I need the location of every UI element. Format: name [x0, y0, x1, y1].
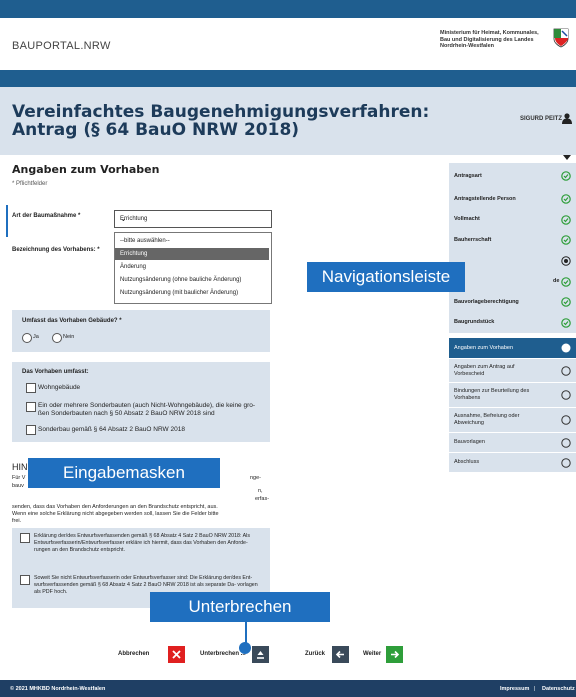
required-note: * Pflichtfelder: [12, 181, 48, 187]
check-circle-icon: [561, 194, 571, 204]
section-title: Angaben zum Vorhaben: [12, 163, 160, 176]
hinweis-text: Für V: [12, 475, 26, 481]
checkbox-label: Wohngebäude: [38, 384, 81, 391]
nav-item-bindungen[interactable]: Bindungen zur Beurteilung des Vorhabens: [449, 383, 576, 408]
checkbox-label: Sonderbau gemäß § 64 Absatz 2 BauO NRW 2…: [38, 426, 185, 433]
nav-item-vollmacht[interactable]: Vollmacht: [449, 209, 576, 231]
hinweis-text: senden, dass das Vorhaben den Anforderun…: [12, 504, 218, 510]
check-circle-icon: [561, 317, 571, 328]
umfasst-title: Das Vorhaben umfasst:: [22, 369, 89, 375]
radio-nein[interactable]: [52, 333, 62, 343]
copyright: © 2021 MHKBD Nordrhein-Westfalen: [10, 686, 106, 692]
gebaeude-box: [12, 310, 270, 352]
datenschutz-link[interactable]: Datenschutz: [542, 686, 575, 692]
next-label[interactable]: Weiter: [363, 651, 381, 657]
site-logo[interactable]: BAUPORTAL.NRW: [12, 40, 111, 52]
nav-item-bauherrschaft[interactable]: Bauherrschaft: [449, 230, 576, 251]
navigation-panel: Antragsart Antragstellende Person Vollma…: [449, 163, 576, 473]
check-circle-icon: [561, 297, 571, 307]
arrow-left-icon: [335, 650, 344, 659]
eject-icon: [257, 651, 264, 659]
nav-item-bauvorlagen[interactable]: Bauvorlagen: [449, 433, 576, 453]
hinweis-text: bauv: [12, 483, 24, 489]
back-label[interactable]: Zurück: [305, 651, 325, 657]
art-dropdown[interactable]: --bitte auswählen-- Errichtung Änderung …: [114, 232, 272, 304]
chevron-down-icon[interactable]: [563, 155, 571, 160]
user-icon[interactable]: [562, 113, 572, 124]
check-circle-icon: [561, 235, 571, 245]
cancel-label[interactable]: Abbrechen: [118, 651, 149, 657]
back-button[interactable]: [332, 646, 349, 663]
nav-item-antragsart[interactable]: Antragsart: [449, 163, 576, 190]
nav-item-ausnahme[interactable]: Ausnahme, Befreiung oder Abweichung: [449, 408, 576, 433]
nav-item-hidden[interactable]: [449, 250, 576, 272]
erklaerung-text: Erklärung der/des Entwurfsverfassenden g…: [34, 533, 251, 553]
check-circle-icon: [561, 214, 571, 225]
checkbox-separate-erklaerung[interactable]: [20, 575, 30, 585]
radio-dot-icon: [561, 255, 571, 266]
arrow-right-icon: [391, 650, 400, 659]
radio-nein-label: Nein: [63, 334, 75, 340]
hinweis-text: Wenn eine solche Erklärung nicht abgegeb…: [12, 511, 219, 517]
user-name[interactable]: SIGURD PEITZ: [520, 116, 562, 122]
open-circle-icon: [561, 365, 571, 376]
chevron-down-icon: ⌄: [120, 214, 127, 223]
gebaeude-label: Umfasst das Vorhaben Gebäude? *: [22, 318, 122, 324]
current-step-icon: [561, 343, 571, 353]
nav-item-partial[interactable]: de: [449, 271, 576, 293]
checkbox-label: Ein oder mehrere Sonderbauten (auch Nich…: [38, 402, 256, 417]
hinweis-text: n,: [258, 488, 263, 494]
dropdown-option[interactable]: Änderung: [115, 261, 269, 273]
checkbox-sonderbau-64[interactable]: [26, 425, 36, 435]
cancel-button[interactable]: [168, 646, 185, 663]
open-circle-icon: [561, 437, 571, 448]
nav-item-abschluss[interactable]: Abschluss: [449, 453, 576, 473]
open-circle-icon: [561, 390, 571, 400]
radio-ja-label: Ja: [33, 334, 39, 340]
dropdown-option-selected[interactable]: Errichtung: [115, 248, 269, 260]
top-bar: [0, 0, 576, 18]
checkbox-erklaerung[interactable]: [20, 533, 30, 543]
hinweis-text: erfas-: [255, 496, 270, 502]
check-circle-icon: [561, 171, 571, 181]
nav-item-baugrundstueck[interactable]: Baugrundstück: [449, 312, 576, 334]
check-circle-icon: [561, 276, 571, 287]
dropdown-option[interactable]: Nutzungsänderung (ohne bauliche Änderung…: [115, 274, 269, 286]
open-circle-icon: [561, 415, 571, 425]
dropdown-option[interactable]: --bitte auswählen--: [115, 235, 269, 247]
hinweis-text: frei.: [12, 518, 22, 524]
callout-pointer-line: [245, 622, 247, 644]
open-circle-icon: [561, 457, 571, 468]
footer-separator: |: [534, 686, 536, 692]
radio-ja[interactable]: [22, 333, 32, 343]
nav-item-antragstellende-person[interactable]: Antragstellende Person: [449, 189, 576, 210]
nav-item-vorbescheid[interactable]: Angaben zum Antrag auf Vorbescheid: [449, 359, 576, 383]
callout-unterbrechen: Unterbrechen: [150, 592, 330, 622]
hinweis-text: nge-: [250, 475, 262, 481]
checkbox-sonderbauten[interactable]: [26, 402, 36, 412]
impressum-link[interactable]: Impressum: [500, 686, 529, 692]
field-focus-marker: [6, 205, 8, 237]
next-button[interactable]: [386, 646, 403, 663]
nav-item-bauvorlageberechtigung[interactable]: Bauvorlageberechtigung: [449, 292, 576, 313]
checkbox-wohngebaeude[interactable]: [26, 383, 36, 393]
callout-navigationsleiste: Navigationsleiste: [307, 262, 465, 292]
nav-item-angaben-zum-vorhaben[interactable]: Angaben zum Vorhaben: [449, 338, 576, 359]
header-bar: [0, 70, 576, 87]
close-icon: [172, 650, 181, 659]
site-footer: © 2021 MHKBD Nordrhein-Westfalen Impress…: [0, 680, 576, 697]
art-label: Art der Baumaßnahme *: [12, 213, 81, 219]
dropdown-option[interactable]: Nutzungsänderung (mit baulicher Änderung…: [115, 287, 269, 299]
callout-eingabemasken: Eingabemasken: [28, 458, 220, 488]
page-title: Vereinfachtes Baugenehmigungsverfahren: …: [12, 102, 430, 140]
pause-button[interactable]: [252, 646, 269, 663]
art-select[interactable]: Errichtung ⌄: [114, 210, 272, 228]
ministry-name: Ministerium für Heimat, Kommunales, Bau …: [440, 30, 539, 49]
nrw-crest-icon: [553, 28, 569, 48]
pause-label[interactable]: Unterbrechen ...: [200, 651, 246, 657]
bezeichnung-label: Bezeichnung des Vorhabens: *: [12, 247, 100, 253]
hinweis-title: HIN: [12, 462, 28, 472]
